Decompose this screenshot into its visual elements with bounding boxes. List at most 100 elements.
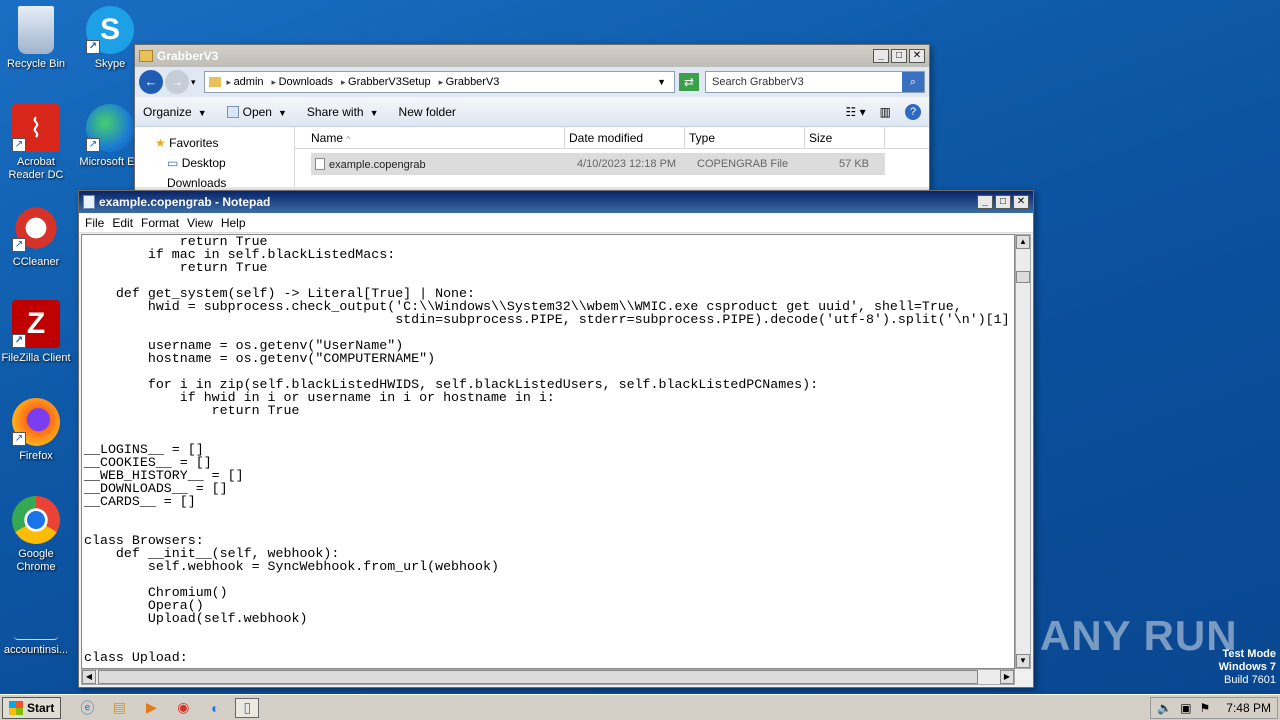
- scroll-up-arrow[interactable]: ▲: [1016, 235, 1030, 249]
- test-mode-watermark: Test Mode Windows 7 Build 7601: [1219, 648, 1276, 687]
- menu-file[interactable]: File: [85, 216, 104, 230]
- scroll-left-arrow[interactable]: ◀: [82, 670, 96, 684]
- open-button[interactable]: Open ▼: [226, 105, 287, 119]
- desktop-icon-recycle-bin[interactable]: Recycle Bin: [0, 6, 72, 71]
- desktop-icon-chrome[interactable]: Google Chrome: [0, 496, 72, 574]
- desktop-icon-filezilla[interactable]: Z ↗ FileZilla Client: [0, 300, 72, 365]
- edge-taskbar-icon[interactable]: ◐: [203, 698, 227, 718]
- view-options-icon[interactable]: ☷ ▾: [846, 105, 866, 119]
- system-tray: 🔈 ▣ ⚑ 7:48 PM: [1150, 696, 1278, 719]
- explorer-toolbar: Organize ▼ Open ▼ Share with ▼ New folder ☷…: [135, 97, 929, 127]
- column-name[interactable]: Name ^: [295, 127, 565, 148]
- menu-bar: File Edit Format View Help: [79, 213, 1033, 233]
- ccleaner-icon: ↗: [12, 204, 60, 252]
- navigation-pane: ★ Favorites ▭ Desktop Downloads: [135, 127, 295, 190]
- minimize-button[interactable]: _: [873, 49, 889, 63]
- preview-pane-icon[interactable]: ▥: [880, 105, 891, 119]
- explorer-window: GrabberV3 _ □ ✕ ← → ▾ admin Downloads Gr…: [134, 44, 930, 194]
- chrome-taskbar-icon[interactable]: ◉: [171, 698, 195, 718]
- column-date-modified[interactable]: Date modified: [565, 127, 685, 148]
- star-icon: ★: [155, 136, 166, 150]
- scroll-thumb[interactable]: [1016, 271, 1030, 283]
- desktop: { "desktop": { "icons": [ {"label": "Rec…: [0, 0, 1280, 720]
- code-content[interactable]: return True if mac in self.blackListedMa…: [82, 235, 1014, 664]
- column-headers: Name ^ Date modified Type Size: [295, 127, 929, 149]
- desktop-icon-label: Firefox: [19, 450, 53, 462]
- file-row[interactable]: example.copengrab 4/10/2023 12:18 PM COP…: [311, 153, 885, 175]
- notepad-titlebar[interactable]: example.copengrab - Notepad _ □ ✕: [79, 191, 1033, 213]
- file-list: Name ^ Date modified Type Size example.c…: [295, 127, 929, 187]
- breadcrumb-downloads[interactable]: Downloads: [272, 76, 333, 88]
- scroll-right-arrow[interactable]: ▶: [1000, 670, 1014, 684]
- text-editor[interactable]: return True if mac in self.blackListedMa…: [81, 234, 1015, 669]
- horizontal-scroll-thumb[interactable]: [98, 670, 978, 684]
- desktop-icon-accountinsi[interactable]: accountinsi...: [0, 616, 72, 657]
- desktop-icon-ccleaner[interactable]: ↗ CCleaner: [0, 204, 72, 269]
- address-bar[interactable]: admin Downloads GrabberV3Setup GrabberV3…: [203, 71, 675, 93]
- close-button[interactable]: ✕: [909, 49, 925, 63]
- menu-view[interactable]: View: [187, 216, 213, 230]
- volume-icon[interactable]: 🔈: [1157, 701, 1172, 715]
- breadcrumb-admin[interactable]: admin: [227, 76, 264, 88]
- minimize-button[interactable]: _: [977, 195, 993, 209]
- maximize-button[interactable]: □: [891, 49, 907, 63]
- desktop-icon-acrobat[interactable]: ⌇ ↗ Acrobat Reader DC: [0, 104, 72, 182]
- breadcrumb-grabberv3[interactable]: GrabberV3: [439, 76, 500, 88]
- open-icon: [226, 105, 239, 118]
- window-title: example.copengrab - Notepad: [99, 195, 271, 209]
- forward-button[interactable]: →: [165, 70, 189, 94]
- watermark-line: Test Mode: [1222, 648, 1276, 660]
- explorer-titlebar[interactable]: GrabberV3 _ □ ✕: [135, 45, 929, 67]
- file-date: 4/10/2023 12:18 PM: [577, 158, 677, 170]
- folder-icon: [208, 77, 221, 87]
- desktop-icon-firefox[interactable]: ↗ Firefox: [0, 398, 72, 463]
- media-player-icon[interactable]: ▶: [139, 698, 163, 718]
- ie-icon[interactable]: ⓔ: [75, 698, 99, 718]
- close-button[interactable]: ✕: [1013, 195, 1029, 209]
- desktop-icon: ▭: [167, 156, 179, 170]
- column-type[interactable]: Type: [685, 127, 805, 148]
- scroll-down-arrow[interactable]: ▼: [1016, 654, 1030, 668]
- start-button[interactable]: Start: [2, 696, 62, 719]
- chrome-icon: [12, 496, 60, 544]
- acrobat-icon: ⌇ ↗: [12, 104, 60, 152]
- new-folder-button[interactable]: New folder: [399, 105, 456, 119]
- watermark-line: Windows 7: [1218, 661, 1276, 673]
- action-center-flag-icon[interactable]: ⚑: [1200, 701, 1211, 715]
- explorer-body: ★ Favorites ▭ Desktop Downloads Name ^ D…: [135, 127, 929, 190]
- clock[interactable]: 7:48 PM: [1226, 701, 1271, 715]
- window-title: GrabberV3: [157, 49, 219, 63]
- network-icon[interactable]: ▣: [1180, 701, 1191, 715]
- desktop-icon-label: FileZilla Client: [1, 352, 71, 364]
- nav-favorites[interactable]: ★ Favorites: [155, 133, 294, 153]
- edge-icon: ↗: [86, 104, 134, 152]
- explorer-icon[interactable]: ▤: [107, 698, 131, 718]
- back-button[interactable]: ←: [139, 70, 163, 94]
- menu-edit[interactable]: Edit: [112, 216, 133, 230]
- share-with-button[interactable]: Share with ▼: [307, 105, 379, 119]
- refresh-icon[interactable]: ⇄: [679, 73, 699, 91]
- recent-pages-dropdown[interactable]: ▾: [191, 77, 196, 88]
- desktop-icon-label: CCleaner: [12, 256, 60, 268]
- help-icon[interactable]: ?: [905, 103, 921, 120]
- notepad-window: example.copengrab - Notepad _ □ ✕ File E…: [78, 190, 1034, 688]
- notepad-taskbar-icon[interactable]: ▯: [235, 697, 260, 718]
- recycle-bin-icon: [18, 6, 54, 54]
- menu-help[interactable]: Help: [221, 216, 246, 230]
- address-dropdown-icon[interactable]: ▼: [657, 77, 666, 87]
- nav-desktop[interactable]: ▭ Desktop: [155, 153, 294, 173]
- vertical-scrollbar[interactable]: ▲ ▼: [1015, 234, 1031, 669]
- taskbar: Start ⓔ ▤ ▶ ◉ ◐ ▯ 🔈 ▣ ⚑ 7:48 PM: [0, 694, 1280, 720]
- folder-icon: [139, 50, 153, 62]
- search-icon[interactable]: ⌕: [902, 72, 924, 92]
- desktop-icon-label: Acrobat Reader DC: [8, 156, 64, 181]
- organize-button[interactable]: Organize ▼: [143, 105, 207, 119]
- maximize-button[interactable]: □: [995, 195, 1011, 209]
- menu-format[interactable]: Format: [141, 216, 179, 230]
- column-size[interactable]: Size: [805, 127, 885, 148]
- search-input[interactable]: Search GrabberV3 ⌕: [705, 71, 925, 93]
- breadcrumb-grabberv3setup[interactable]: GrabberV3Setup: [341, 76, 431, 88]
- firefox-icon: ↗: [12, 398, 60, 446]
- desktop-icon-label: Recycle Bin: [6, 58, 66, 70]
- horizontal-scrollbar[interactable]: ◀ ▶: [81, 669, 1015, 685]
